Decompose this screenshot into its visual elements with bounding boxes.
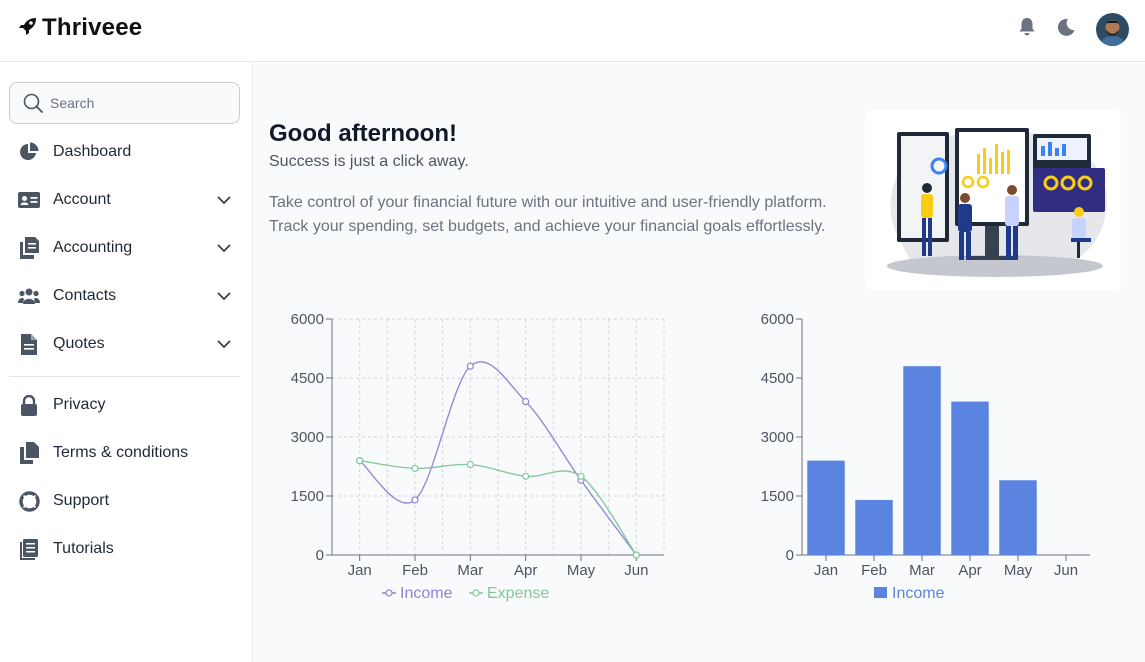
chevron-down-icon[interactable] [216,192,232,208]
id-card-icon [18,189,40,211]
data-point [522,397,530,406]
data-point [522,472,530,480]
x-tick-label: May [1004,562,1033,579]
sidebar-item-contacts[interactable]: Contacts [9,276,240,316]
lock-icon [18,394,40,416]
data-point [466,362,474,370]
income-expense-line-chart: 0 1500 3000 4500 6000 Jan Feb Mar Apr May Jun Incom… [272,311,672,613]
brand[interactable]: Thriveee [18,14,142,42]
x-tick-label: Jun [624,562,648,579]
sidebar-item-label: Account [53,191,111,208]
moon-icon[interactable] [1056,17,1076,42]
lifebuoy-icon [18,490,40,512]
sidebar-item-account[interactable]: Account [9,180,240,220]
sidebar-divider [9,376,240,377]
data-point [411,496,419,504]
bar [999,480,1037,555]
data-point [411,464,419,473]
y-tick-label: 4500 [761,370,794,387]
sidebar-item-tutorials[interactable]: Tutorials [9,529,240,569]
x-tick-label: Mar [909,562,935,579]
y-tick-label: 0 [786,547,794,564]
x-tick-label: Jan [814,562,838,579]
sidebar-item-label: Terms & conditions [53,444,189,461]
sidebar-item-label: Dashboard [53,143,132,160]
sidebar-item-accounting[interactable]: Accounting [9,228,240,268]
main-content: Good afternoon! Success is just a click … [254,63,1145,662]
y-tick-label: 3000 [761,429,794,446]
y-tick-label: 6000 [761,313,794,328]
chevron-down-icon[interactable] [216,288,232,304]
sidebar-item-label: Accounting [53,239,133,256]
x-tick-label: Feb [861,562,887,579]
file-icon [18,333,40,355]
hero-illustration [865,110,1121,290]
rocket-icon [18,16,38,41]
y-tick-label: 3000 [291,429,324,446]
sidebar-item-label: Privacy [53,396,106,413]
data-point [356,457,364,465]
bar [807,460,845,555]
users-icon [18,285,40,307]
chevron-down-icon[interactable] [216,240,232,256]
income-bar-chart: 0 1500 3000 4500 6000 Jan Feb Mar Apr May Jun Incom… [742,311,1102,613]
y-tick-label: 6000 [291,313,324,328]
y-tick-label: 0 [316,547,324,564]
bar [951,401,989,555]
bar [903,366,941,555]
x-tick-label: Apr [514,562,537,579]
search-input[interactable] [50,93,230,113]
description: Take control of your financial future wi… [269,194,827,235]
top-bar: Thriveee [0,0,1145,62]
sidebar-item-dashboard[interactable]: Dashboard [9,132,240,172]
x-tick-label: Jun [1054,562,1078,579]
chevron-down-icon[interactable] [216,336,232,352]
sidebar-item-terms[interactable]: Terms & conditions [9,433,240,473]
greeting-heading: Good afternoon! [269,120,457,147]
pie-chart-icon [18,141,40,163]
x-tick-label: Mar [457,562,483,579]
y-tick-label: 4500 [291,370,324,387]
legend-label: Expense [487,585,549,602]
sidebar-item-label: Contacts [53,287,117,304]
legend-label: Income [400,585,453,602]
sidebar-item-label: Tutorials [53,540,114,557]
user-avatar[interactable] [1096,13,1129,46]
x-tick-label: Apr [958,562,981,579]
search-box[interactable] [9,82,240,124]
sidebar-item-support[interactable]: Support [9,481,240,521]
documents-icon [18,237,40,259]
y-tick-label: 1500 [761,488,794,505]
bar [855,499,893,555]
bell-icon[interactable] [1018,17,1036,42]
sidebar: Dashboard Account Accounting Contacts Qu… [0,62,253,662]
legend-marker-dot [472,589,480,597]
brand-name: Thriveee [42,14,143,41]
copy-icon [18,442,40,464]
sidebar-item-quotes[interactable]: Quotes [9,324,240,364]
tagline: Success is just a click away. [269,153,469,170]
x-tick-label: Jan [348,562,372,579]
sidebar-item-privacy[interactable]: Privacy [9,385,240,425]
legend-marker [874,587,887,598]
legend-marker-dot [385,589,393,597]
x-tick-label: May [567,562,596,579]
data-point [632,551,640,559]
search-icon [23,93,43,113]
x-tick-label: Feb [402,562,428,579]
sidebar-item-label: Support [53,492,110,509]
sidebar-item-label: Quotes [53,335,105,352]
data-point [577,472,585,480]
book-icon [18,538,40,560]
data-point [466,460,474,469]
y-tick-label: 1500 [291,488,324,505]
legend-label: Income [892,585,945,602]
